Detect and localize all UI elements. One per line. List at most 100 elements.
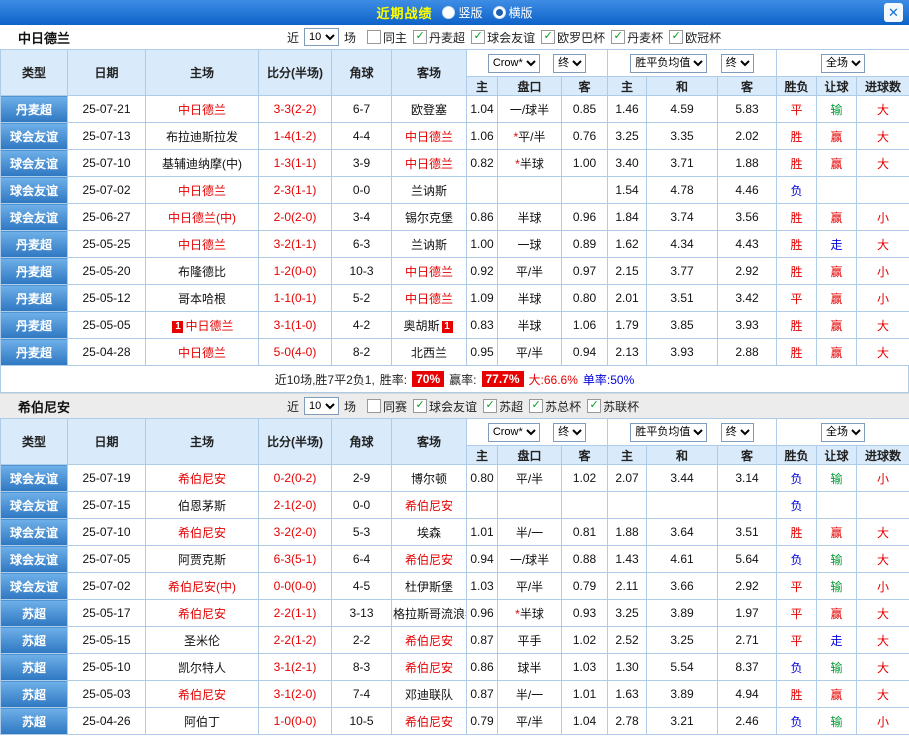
close-icon[interactable]: ✕ xyxy=(884,3,903,22)
checkbox-checked-icon[interactable]: ✓ xyxy=(529,399,543,413)
match-count-select[interactable]: 10 xyxy=(304,28,339,46)
summary-handicap-rate-label: 赢率: xyxy=(449,371,476,388)
match-count-select[interactable]: 10 xyxy=(304,397,339,415)
cell-goals: 大 xyxy=(857,519,909,546)
checkbox-checked-icon[interactable]: ✓ xyxy=(587,399,601,413)
cell-corners: 3-9 xyxy=(332,150,392,177)
cell-goals: 小 xyxy=(857,258,909,285)
cell-avg-draw: 3.74 xyxy=(647,204,718,231)
cell-odds-away: 1.03 xyxy=(562,654,608,681)
cell-handicap: 半球 xyxy=(498,204,562,231)
filter-checkbox[interactable]: ✓丹麦杯 xyxy=(611,29,663,46)
cell-goals: 大 xyxy=(857,654,909,681)
layout-radio[interactable]: 横版 xyxy=(493,4,533,21)
match-row: 球会友谊25-06-27中日德兰(中)2-0(2-0)3-4锡尔克堡0.86半球… xyxy=(1,204,909,231)
cell-avg-lose: 2.71 xyxy=(718,627,777,654)
cell-avg-win: 2.13 xyxy=(608,339,647,366)
checkbox-label: 球会友谊 xyxy=(487,29,535,46)
checkbox-checked-icon[interactable]: ✓ xyxy=(611,30,625,44)
cell-score: 2-2(1-1) xyxy=(259,600,332,627)
cell-corners: 5-2 xyxy=(332,285,392,312)
cell-avg-lose: 3.51 xyxy=(718,519,777,546)
match-row: 球会友谊25-07-19希伯尼安0-2(0-2)2-9博尔顿0.80平/半1.0… xyxy=(1,465,909,492)
cell-corners: 6-4 xyxy=(332,546,392,573)
cell-odds-home: 0.86 xyxy=(467,204,498,231)
checkbox-checked-icon[interactable]: ✓ xyxy=(413,30,427,44)
odds-company-select[interactable]: Crow* xyxy=(488,54,540,73)
cell-result: 胜 xyxy=(777,204,817,231)
layout-radio-label: 横版 xyxy=(509,4,533,21)
odds-stage-select[interactable]: 终 xyxy=(553,54,586,73)
checkbox-label: 同主 xyxy=(383,29,407,46)
odds-company-select[interactable]: Crow* xyxy=(488,423,540,442)
cell-handicap-result: 输 xyxy=(817,465,857,492)
scope-select[interactable]: 全场 xyxy=(821,423,865,442)
subcol-avg-lose: 客 xyxy=(718,77,777,96)
filter-checkbox[interactable]: ✓欧冠杯 xyxy=(669,29,721,46)
filter-checkbox[interactable]: 同赛 xyxy=(367,398,407,415)
subcol-handicap: 盘口 xyxy=(498,446,562,465)
cell-odds-away: 0.88 xyxy=(562,546,608,573)
checkbox-checked-icon[interactable]: ✓ xyxy=(483,399,497,413)
summary-single-rate: 单率:50% xyxy=(583,371,634,388)
cell-date: 25-07-10 xyxy=(68,150,146,177)
section-header: 希伯尼安 近 10 场 同赛✓球会友谊✓苏超✓苏总杯✓苏联杯 xyxy=(0,393,909,418)
cell-odds-home: 1.09 xyxy=(467,285,498,312)
scope-select[interactable]: 全场 xyxy=(821,54,865,73)
checkbox-checked-icon[interactable]: ✓ xyxy=(541,30,555,44)
cell-handicap: *半球 xyxy=(498,600,562,627)
cell-avg-win: 1.88 xyxy=(608,519,647,546)
cell-odds-away: 0.94 xyxy=(562,339,608,366)
cell-corners: 6-3 xyxy=(332,231,392,258)
avg-stage-select[interactable]: 终 xyxy=(721,423,754,442)
checkbox-label: 苏联杯 xyxy=(603,398,639,415)
cell-avg-lose: 5.83 xyxy=(718,96,777,123)
cell-league-type: 球会友谊 xyxy=(1,573,68,600)
cell-away-team: 希伯尼安 xyxy=(392,708,467,735)
cell-league-type: 丹麦超 xyxy=(1,258,68,285)
cell-league-type: 苏超 xyxy=(1,627,68,654)
cell-goals: 大 xyxy=(857,96,909,123)
cell-odds-away: 0.76 xyxy=(562,123,608,150)
cell-avg-win: 2.15 xyxy=(608,258,647,285)
filter-checkbox[interactable]: ✓苏联杯 xyxy=(587,398,639,415)
checkbox-checked-icon[interactable]: ✓ xyxy=(413,399,427,413)
cell-date: 25-05-05 xyxy=(68,312,146,339)
checkbox-checked-icon[interactable]: ✓ xyxy=(669,30,683,44)
checkbox-label: 苏超 xyxy=(499,398,523,415)
checkbox-unchecked-icon[interactable] xyxy=(367,30,381,44)
checkbox-unchecked-icon[interactable] xyxy=(367,399,381,413)
radio-icon xyxy=(442,6,455,19)
games-label: 场 xyxy=(344,398,356,415)
layout-radio[interactable]: 竖版 xyxy=(442,4,482,21)
results-tbody: 球会友谊25-07-19希伯尼安0-2(0-2)2-9博尔顿0.80平/半1.0… xyxy=(1,465,909,735)
checkbox-checked-icon[interactable]: ✓ xyxy=(471,30,485,44)
filter-checkbox[interactable]: ✓丹麦超 xyxy=(413,29,465,46)
filter-checkbox[interactable]: ✓苏超 xyxy=(483,398,523,415)
avg-odds-header: 胜平负均值 终 xyxy=(608,50,777,77)
filter-checkbox[interactable]: ✓球会友谊 xyxy=(471,29,535,46)
avg-type-select[interactable]: 胜平负均值 xyxy=(630,54,707,73)
cell-result: 平 xyxy=(777,600,817,627)
cell-score: 3-2(1-1) xyxy=(259,231,332,258)
avg-type-select[interactable]: 胜平负均值 xyxy=(630,423,707,442)
odds-stage-select[interactable]: 终 xyxy=(553,423,586,442)
cell-odds-away: 1.02 xyxy=(562,627,608,654)
avg-stage-select[interactable]: 终 xyxy=(721,54,754,73)
cell-avg-win: 1.30 xyxy=(608,654,647,681)
cell-avg-win: 3.40 xyxy=(608,150,647,177)
cell-score: 2-1(2-0) xyxy=(259,492,332,519)
filter-checkbox[interactable]: ✓欧罗巴杯 xyxy=(541,29,605,46)
cell-handicap-result: 赢 xyxy=(817,681,857,708)
cell-corners: 8-2 xyxy=(332,339,392,366)
filter-checkbox[interactable]: ✓苏总杯 xyxy=(529,398,581,415)
filter-checkbox[interactable]: 同主 xyxy=(367,29,407,46)
cell-avg-win: 1.63 xyxy=(608,681,647,708)
filter-checkbox[interactable]: ✓球会友谊 xyxy=(413,398,477,415)
cell-avg-lose xyxy=(718,492,777,519)
titlebar: 近期战绩 竖版 横版 ✕ xyxy=(0,0,909,25)
cell-home-team: 1中日德兰 xyxy=(146,312,259,339)
cell-handicap-result: 输 xyxy=(817,96,857,123)
cell-avg-lose: 1.88 xyxy=(718,150,777,177)
cell-avg-lose: 2.02 xyxy=(718,123,777,150)
